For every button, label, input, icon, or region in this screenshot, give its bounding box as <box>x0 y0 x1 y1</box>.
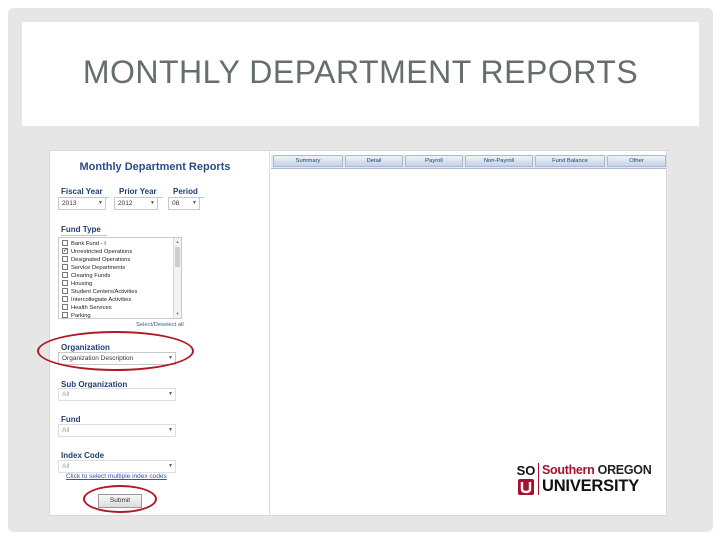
fund-type-item-label: Housing <box>71 281 93 287</box>
checkbox[interactable] <box>62 272 68 279</box>
checkbox-checked[interactable]: ✓ <box>62 248 68 255</box>
prior-year-value: 2012 <box>118 200 133 207</box>
sou-monogram-icon: SO <box>517 463 536 495</box>
prior-year-select[interactable]: 2012 ▼ <box>114 197 158 210</box>
index-code-label: Index Code <box>61 451 111 462</box>
sub-organization-value: All <box>62 391 70 398</box>
logo-divider <box>538 463 539 495</box>
checkbox[interactable] <box>62 296 68 303</box>
fund-type-item-label: Clearing Funds <box>71 273 111 279</box>
chevron-down-icon: ▼ <box>192 200 197 206</box>
select-all-link[interactable]: Select/Deselect all <box>136 322 184 328</box>
fund-type-list[interactable]: Bank Fund - I ✓ Unrestricted Operations D… <box>58 237 182 319</box>
chevron-down-icon: ▼ <box>168 391 173 397</box>
chevron-down-icon: ▼ <box>168 427 173 433</box>
title-panel: MONTHLY DEPARTMENT REPORTS <box>22 22 699 126</box>
fund-type-item-label: Parking <box>71 313 91 319</box>
slide-title: MONTHLY DEPARTMENT REPORTS <box>82 54 639 90</box>
multiple-index-codes-link[interactable]: Click to select multiple index codes <box>66 473 167 480</box>
tab-payroll[interactable]: Payroll <box>405 155 463 167</box>
checkbox[interactable] <box>62 280 68 287</box>
chevron-down-icon: ▼ <box>98 200 103 206</box>
fiscal-year-label-text: Fiscal Year <box>61 187 103 196</box>
logo-line1: Southern OREGON <box>542 463 652 477</box>
logo-university-text: UNIVERSITY <box>542 477 640 495</box>
period-value: 08 <box>172 200 180 207</box>
fund-label-text: Fund <box>61 415 81 424</box>
prior-year-label-text: Prior Year <box>119 187 157 196</box>
tab-detail[interactable]: Detail <box>345 155 403 167</box>
tab-other[interactable]: Other <box>607 155 666 167</box>
fund-type-item-label: Bank Fund - I <box>71 241 106 247</box>
fund-type-label-text: Fund Type <box>61 225 101 234</box>
organization-highlight-circle <box>37 331 194 371</box>
prior-year-label: Prior Year <box>119 187 163 198</box>
chevron-down-icon: ▼ <box>150 200 155 206</box>
fund-type-item-label: Unrestricted Operations <box>71 249 133 255</box>
index-code-label-text: Index Code <box>61 451 105 460</box>
fund-label: Fund <box>61 415 87 426</box>
scroll-down-icon[interactable]: ▼ <box>174 311 181 317</box>
fund-type-item[interactable]: Parking <box>62 312 91 319</box>
checkbox[interactable] <box>62 240 68 247</box>
index-code-value: All <box>62 463 70 470</box>
index-code-select[interactable]: All ▼ <box>58 460 176 473</box>
report-tabs: Summary Detail Payroll Non-Payroll Fund … <box>271 155 666 168</box>
tab-underline <box>271 168 666 169</box>
app-title: Monthly Department Reports <box>79 161 231 173</box>
southern-oregon-university-logo: SO Southern OREGON UNIVERSITY <box>516 461 661 497</box>
submit-highlight-circle <box>83 485 157 513</box>
fund-type-item-label: Intercollegiate Activities <box>71 297 132 303</box>
fund-select[interactable]: All ▼ <box>58 424 176 437</box>
checkbox[interactable] <box>62 304 68 311</box>
tab-fund-balance[interactable]: Fund Balance <box>535 155 605 167</box>
period-label-text: Period <box>173 187 198 196</box>
logo-mark-text: SO <box>517 463 536 478</box>
fund-type-item-label: Health Services <box>71 305 112 311</box>
fund-list-scrollbar[interactable]: ▲ ▼ <box>173 238 181 318</box>
period-select[interactable]: 08 ▼ <box>168 197 200 210</box>
period-label: Period <box>173 187 204 198</box>
logo-southern-text: Southern <box>542 463 595 477</box>
fund-type-item-label: Designated Operations <box>71 257 131 263</box>
fund-type-item-label: Service Departments <box>71 265 126 271</box>
fiscal-year-label: Fiscal Year <box>61 187 109 198</box>
chevron-down-icon: ▼ <box>168 463 173 469</box>
fund-type-label: Fund Type <box>61 225 107 236</box>
checkbox[interactable] <box>62 264 68 271</box>
checkbox[interactable] <box>62 288 68 295</box>
fiscal-year-select[interactable]: 2013 ▼ <box>58 197 106 210</box>
fund-value: All <box>62 427 70 434</box>
sub-organization-select[interactable]: All ▼ <box>58 388 176 401</box>
scroll-up-icon[interactable]: ▲ <box>174 239 181 245</box>
fiscal-year-value: 2013 <box>62 200 77 207</box>
logo-oregon-text: OREGON <box>597 463 652 477</box>
checkbox[interactable] <box>62 312 68 318</box>
tab-summary[interactable]: Summary <box>273 155 343 167</box>
fund-type-item-label: Student Centers/Activities <box>71 289 138 295</box>
tab-non-payroll[interactable]: Non-Payroll <box>465 155 533 167</box>
scroll-thumb[interactable] <box>175 247 180 267</box>
checkbox[interactable] <box>62 256 68 263</box>
